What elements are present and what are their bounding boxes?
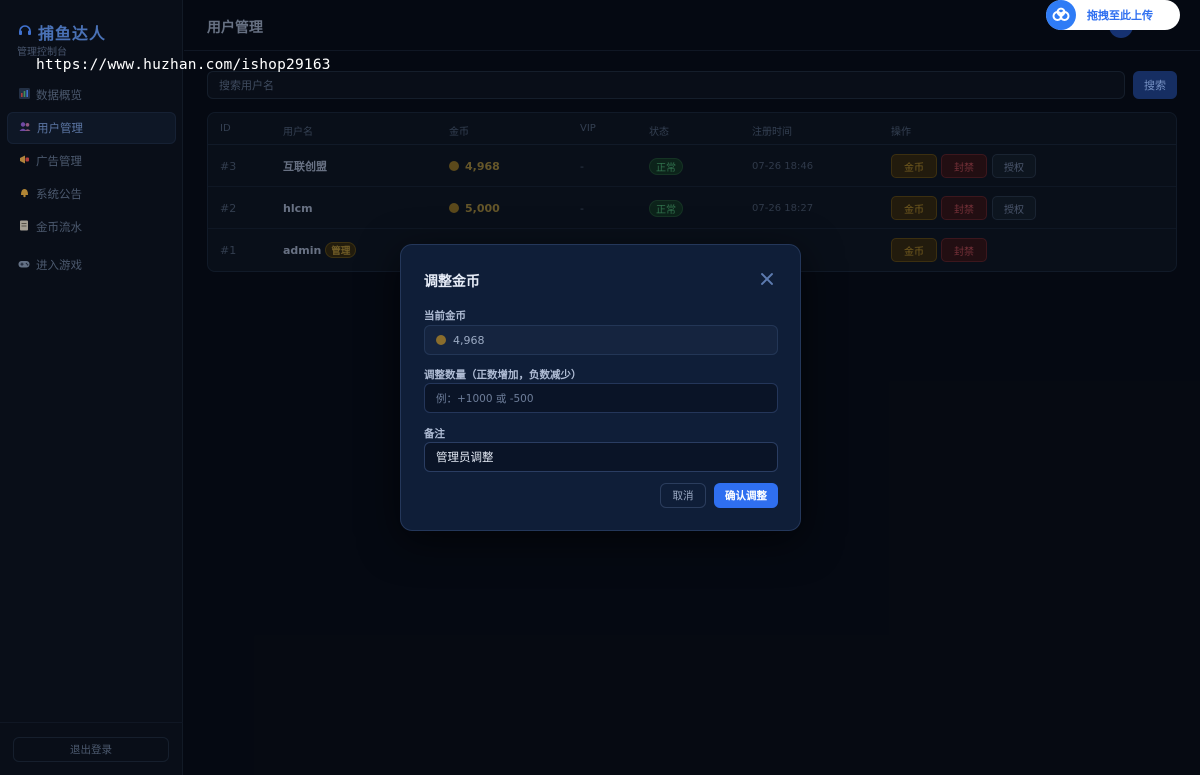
confirm-adjust-button[interactable]: 确认调整 [714, 483, 778, 508]
watermark-text: https://www.huzhan.com/ishop29163 [36, 57, 331, 73]
adjust-amount-input[interactable]: 例：+1000 或 -500 [424, 383, 778, 413]
app-root: 捕鱼达人 管理控制台 数据概览 用户管理 广告管理 系统公告 金币流水 进入游戏… [0, 0, 1200, 775]
note-label: 备注 [424, 428, 445, 440]
current-coins-field: 4,968 [424, 325, 778, 355]
cancel-button[interactable]: 取消 [660, 483, 706, 508]
note-value: 管理员调整 [436, 450, 494, 464]
upload-widget[interactable]: 拖拽至此上传 [1046, 0, 1180, 30]
cloud-upload-icon [1046, 0, 1076, 30]
adjust-amount-label: 调整数量（正数增加，负数减少） [424, 369, 582, 381]
upload-label: 拖拽至此上传 [1087, 9, 1153, 22]
dialog-title: 调整金币 [424, 274, 480, 290]
close-icon[interactable] [757, 269, 777, 289]
coin-icon [436, 335, 446, 345]
adjust-amount-placeholder: 例：+1000 或 -500 [436, 392, 534, 405]
current-coins-label: 当前金币 [424, 310, 466, 322]
current-coins-value: 4,968 [453, 333, 485, 347]
adjust-coins-dialog: 调整金币 当前金币 4,968 调整数量（正数增加，负数减少） 例：+1000 … [400, 244, 801, 531]
note-input[interactable]: 管理员调整 [424, 442, 778, 472]
